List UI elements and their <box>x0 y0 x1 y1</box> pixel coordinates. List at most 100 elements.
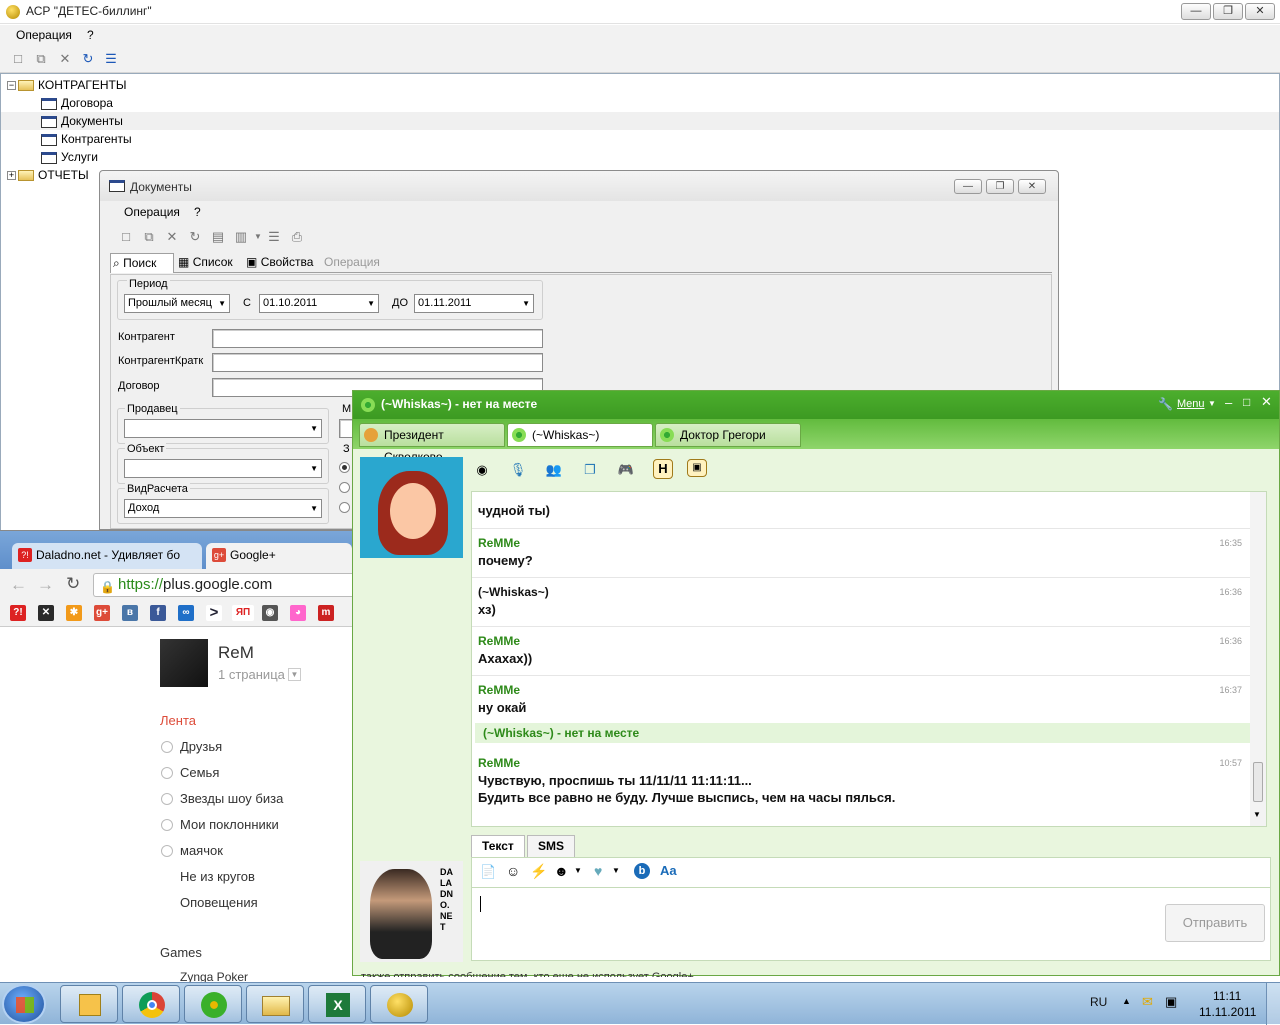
taskbar-chrome[interactable] <box>122 985 180 1023</box>
objekt-select[interactable]: ▼ <box>124 459 322 478</box>
dropdown-arrow-icon[interactable]: ▼ <box>250 229 266 245</box>
expand-icon[interactable]: + <box>7 171 16 181</box>
tab-properties[interactable]: ▣ Свойства <box>244 253 318 273</box>
lightning-icon[interactable]: ⚡ <box>530 863 547 880</box>
tab-doktor-gregori[interactable]: Доктор Грегори <box>655 423 801 447</box>
nav-circle-friends[interactable]: Друзья <box>180 739 222 754</box>
menu-operation[interactable]: Операция <box>16 28 72 42</box>
profile-page-selector[interactable]: 1 страница <box>218 667 285 682</box>
nav-stream[interactable]: Лента <box>160 713 196 728</box>
reload-icon[interactable]: ↻ <box>66 574 80 594</box>
refresh-icon[interactable]: ↻ <box>187 229 203 245</box>
print-icon[interactable]: ⎙ <box>289 229 305 245</box>
tab-sms[interactable]: SMS <box>527 835 576 857</box>
delete-icon[interactable]: ✕ <box>164 229 180 245</box>
tab-whiskas[interactable]: (~Whiskas~) <box>507 423 653 447</box>
from-date-picker[interactable]: 01.10.2011 ▼ <box>259 294 379 313</box>
kontragent-short-input[interactable] <box>212 353 543 372</box>
b-service-icon[interactable]: b <box>634 863 650 879</box>
scroll-down-icon[interactable]: ▼ <box>1253 810 1261 819</box>
menu-help[interactable]: ? <box>87 28 94 42</box>
sticker-icon[interactable]: ☻ <box>554 863 569 879</box>
chevron-down-icon[interactable]: ▼ <box>612 866 620 875</box>
tab-search[interactable]: ⌕ Поиск <box>110 253 174 273</box>
minimize-button[interactable]: — <box>1181 3 1211 20</box>
smiley-icon[interactable]: ☺ <box>506 863 520 879</box>
file-icon[interactable]: 📄 <box>480 864 496 880</box>
bookmark-m-icon[interactable]: m <box>318 605 334 621</box>
taskbar-explorer[interactable] <box>246 985 304 1023</box>
profile-name[interactable]: ReM <box>218 643 254 663</box>
windows-icon[interactable]: ❐ <box>579 459 601 481</box>
tree-item-kontragenty[interactable]: Контрагенты <box>41 130 132 148</box>
language-indicator[interactable]: RU <box>1090 995 1107 1009</box>
radio-option-1[interactable] <box>339 462 350 473</box>
refresh-icon[interactable]: ↻ <box>80 51 96 67</box>
nav-circle-beacon[interactable]: маячок <box>180 843 223 858</box>
bookmark-daladno-icon[interactable]: ?! <box>10 605 26 621</box>
bookmark-gplus-icon[interactable]: g+ <box>94 605 110 621</box>
vidrascheta-select[interactable]: Доход ▼ <box>124 499 322 518</box>
list-icon[interactable]: ☰ <box>103 51 119 67</box>
bookmark-photo-icon[interactable]: ◉ <box>262 605 278 621</box>
prodavec-select[interactable]: ▼ <box>124 419 322 438</box>
doc-restore-button[interactable]: ❐ <box>986 179 1014 194</box>
chevron-down-icon[interactable]: ▼ <box>574 866 582 875</box>
forward-arrow-icon[interactable]: → <box>37 575 54 595</box>
bookmark-vk-icon[interactable]: в <box>122 605 138 621</box>
chat-history[interactable]: чудной ты) ReMMe 16:35 почему? (~Whiskas… <box>471 491 1267 827</box>
clock-time[interactable]: 11:11 <box>1213 989 1241 1003</box>
taskbar-billing[interactable] <box>370 985 428 1023</box>
doc-minimize-button[interactable]: — <box>954 179 982 194</box>
my-avatar[interactable]: DALADNO.NET <box>360 861 463 962</box>
bookmark-yap-icon[interactable]: ЯП <box>232 605 254 621</box>
contacts-icon[interactable]: 👥 <box>543 459 565 481</box>
close-button[interactable]: ✕ <box>1245 3 1275 20</box>
webcam-icon[interactable]: ◉ <box>471 459 493 481</box>
collapse-icon[interactable]: − <box>7 81 16 91</box>
tree-item-dokumenty[interactable]: Документы <box>1 112 1279 130</box>
list-icon[interactable]: ☰ <box>266 229 282 245</box>
icq-close-button[interactable]: ✕ <box>1261 394 1272 410</box>
chevron-down-icon[interactable]: ▼ <box>1208 399 1216 408</box>
tree-node-otchety[interactable]: + ОТЧЕТЫ <box>7 166 89 184</box>
bookmark-oc-icon[interactable]: ∞ <box>178 605 194 621</box>
font-icon[interactable]: Aa <box>660 863 677 878</box>
doc-menu-operation[interactable]: Операция <box>124 205 180 219</box>
tab-operation[interactable]: Операция <box>322 253 392 273</box>
nav-notifications[interactable]: Оповещения <box>180 895 258 910</box>
radio-option-3[interactable] <box>339 502 350 513</box>
nav-circle-celebs[interactable]: Звезды шоу биза <box>180 791 283 806</box>
columns-icon[interactable]: ▥ <box>233 229 249 245</box>
tab-google-plus[interactable]: g+ Google+ <box>206 543 352 569</box>
nav-circle-fans[interactable]: Мои поклонники <box>180 817 279 832</box>
nav-not-in-circles[interactable]: Не из кругов <box>180 869 255 884</box>
icq-maximize-button[interactable]: □ <box>1243 395 1250 409</box>
history-icon[interactable]: H <box>653 459 673 479</box>
back-arrow-icon[interactable]: ← <box>10 575 27 595</box>
taskbar-app-1[interactable] <box>60 985 118 1023</box>
chat-scrollbar[interactable]: ▼ <box>1250 492 1266 826</box>
radio-option-2[interactable] <box>339 482 350 493</box>
kontragent-input[interactable] <box>212 329 543 348</box>
network-icon[interactable]: ▣ <box>1165 994 1177 1010</box>
taskbar-excel[interactable]: X <box>308 985 366 1023</box>
tab-list[interactable]: ▦ Список <box>176 253 242 273</box>
tab-daladno[interactable]: ?! Daladno.net - Удивляет бо <box>12 543 202 569</box>
copy-icon[interactable]: ⧉ <box>141 229 157 245</box>
period-select[interactable]: Прошлый месяц ▼ <box>124 294 230 313</box>
tray-arrow-icon[interactable]: ▲ <box>1122 996 1131 1006</box>
bookmark-pig-icon[interactable]: ◕ <box>290 605 306 621</box>
doc-close-button[interactable]: ✕ <box>1018 179 1046 194</box>
wrench-icon[interactable]: 🔧 <box>1158 397 1173 411</box>
icq-minimize-button[interactable]: – <box>1225 395 1232 410</box>
gamepad-icon[interactable]: 🎮 <box>615 459 637 481</box>
new-icon[interactable]: □ <box>118 229 134 245</box>
copy-icon[interactable]: ⧉ <box>33 51 49 67</box>
doc-menu-help[interactable]: ? <box>194 205 201 219</box>
clock-date[interactable]: 11.11.2011 <box>1199 1005 1256 1019</box>
send-button[interactable]: Отправить <box>1165 904 1265 942</box>
start-button[interactable] <box>2 984 46 1024</box>
show-desktop-button[interactable] <box>1266 983 1280 1025</box>
icq-menu-button[interactable]: Menu <box>1177 398 1205 410</box>
